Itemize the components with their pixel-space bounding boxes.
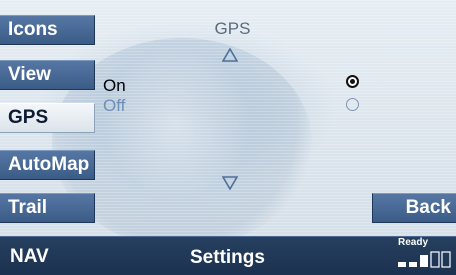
sidebar-item-icons[interactable]: Icons (0, 15, 95, 45)
scroll-up-icon[interactable] (222, 48, 238, 62)
sidebar-item-label: AutoMap (8, 154, 90, 175)
sidebar-item-automap[interactable]: AutoMap (0, 150, 95, 180)
sidebar-item-label: Trail (8, 197, 48, 218)
screen-name-label: Settings (190, 247, 265, 268)
settings-screen: Icons View GPS AutoMap Trail GPS On Off … (0, 0, 456, 275)
back-button-label: Back (405, 197, 451, 218)
option-on-label[interactable]: On (103, 76, 126, 96)
option-off-label[interactable]: Off (103, 96, 125, 116)
option-off-radio[interactable] (346, 98, 359, 111)
option-on-radio[interactable] (346, 75, 359, 88)
scroll-down-icon[interactable] (222, 176, 238, 190)
sidebar-item-label: GPS (8, 107, 49, 128)
signal-strength-icon (398, 251, 451, 268)
sidebar-item-gps[interactable]: GPS (0, 103, 95, 133)
sidebar-item-view[interactable]: View (0, 60, 95, 90)
sidebar-item-trail[interactable]: Trail (0, 193, 95, 223)
back-button[interactable]: Back (372, 193, 456, 223)
sidebar-item-label: Icons (8, 19, 58, 40)
nav-mode-label[interactable]: NAV (10, 246, 49, 268)
ready-status-label: Ready (398, 237, 429, 248)
sidebar-item-label: View (8, 64, 51, 85)
page-title: GPS (214, 19, 251, 38)
bottom-status-bar: NAV Settings Ready (0, 236, 456, 275)
